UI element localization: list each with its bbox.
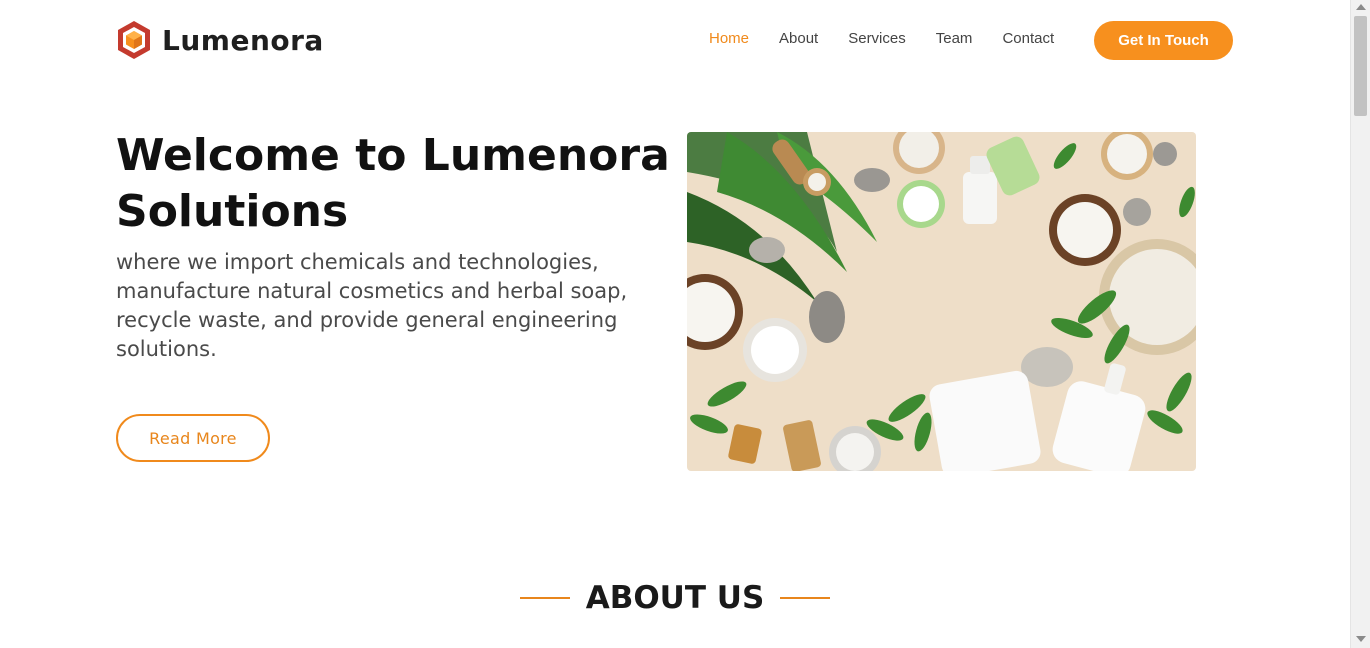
site-header: Lumenora Home About Services Team Contac… [0, 0, 1350, 82]
nav-services[interactable]: Services [848, 30, 906, 47]
hexagon-cube-logo-icon [118, 21, 150, 59]
main-nav: Home About Services Team Contact [709, 30, 1084, 47]
cosmetics-flatlay-illustration [687, 132, 1196, 471]
hero-subtitle: where we import chemicals and technologi… [116, 250, 628, 361]
scrollbar-thumb[interactable] [1354, 16, 1367, 116]
vertical-scrollbar[interactable] [1350, 0, 1370, 648]
hero-title: Welcome to Lumenora Solutions [116, 130, 670, 237]
nav-home[interactable]: Home [709, 30, 749, 47]
hero-image [687, 132, 1196, 471]
about-heading: ABOUT US [585, 580, 765, 616]
about-heading-block: ABOUT US [0, 580, 1350, 616]
get-in-touch-button[interactable]: Get In Touch [1094, 21, 1233, 60]
read-more-button[interactable]: Read More [116, 414, 270, 462]
nav-contact[interactable]: Contact [1002, 30, 1054, 47]
scroll-down-arrow-icon[interactable] [1356, 636, 1366, 642]
nav-about[interactable]: About [779, 30, 818, 47]
brand-logo[interactable]: Lumenora [116, 20, 324, 60]
about-heading-rule-left [519, 597, 570, 599]
about-heading-rule-right [780, 597, 831, 599]
scroll-up-arrow-icon[interactable] [1356, 4, 1366, 10]
nav-team[interactable]: Team [936, 30, 973, 47]
brand-name: Lumenora [162, 23, 324, 57]
